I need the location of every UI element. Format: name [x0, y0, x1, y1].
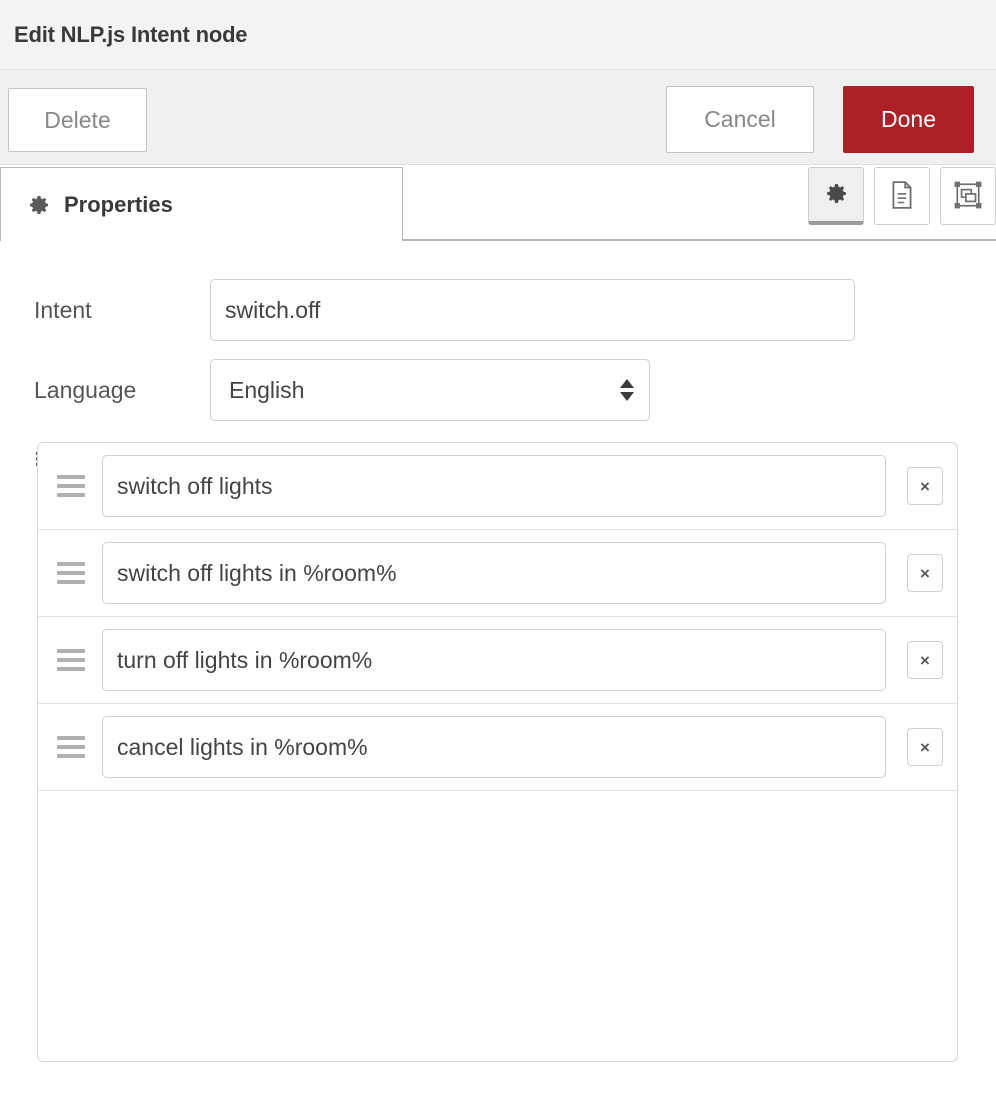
remove-utterance-button[interactable]: ×: [907, 467, 943, 505]
utterance-input[interactable]: [102, 455, 886, 517]
properties-icon-button[interactable]: [808, 167, 864, 225]
gear-icon: [27, 193, 51, 217]
tab-properties-label: Properties: [64, 191, 173, 217]
node-appearance-icon: [953, 180, 983, 213]
language-select-value: English: [229, 376, 305, 403]
view-icon-button-group: [808, 167, 996, 225]
intent-field-row: Intent: [0, 279, 996, 341]
dialog-action-bar: Delete Cancel Done: [0, 70, 996, 165]
utterance-input[interactable]: [102, 542, 886, 604]
tab-bar: Properties: [0, 165, 996, 241]
properties-form: Intent Language English Utterances: [0, 241, 996, 474]
utterance-input[interactable]: [102, 629, 886, 691]
done-button[interactable]: Done: [843, 86, 974, 153]
remove-utterance-button[interactable]: ×: [907, 728, 943, 766]
remove-utterance-button[interactable]: ×: [907, 554, 943, 592]
table-row: ×: [38, 443, 957, 530]
document-icon: [889, 180, 915, 213]
gear-icon: [824, 181, 849, 209]
utterance-input[interactable]: [102, 716, 886, 778]
remove-utterance-button[interactable]: ×: [907, 641, 943, 679]
tab-properties[interactable]: Properties: [0, 167, 403, 241]
drag-handle-icon[interactable]: [50, 475, 90, 497]
intent-label: Intent: [34, 296, 92, 323]
table-row: ×: [38, 530, 957, 617]
drag-handle-icon[interactable]: [50, 736, 90, 758]
table-row: ×: [38, 617, 957, 704]
dialog-title-bar: Edit NLP.js Intent node: [0, 0, 996, 70]
intent-input[interactable]: [210, 279, 855, 341]
description-icon-button[interactable]: [874, 167, 930, 225]
language-select-wrap: English: [210, 359, 650, 421]
delete-button[interactable]: Delete: [8, 88, 147, 152]
table-row: ×: [38, 704, 957, 791]
cancel-button[interactable]: Cancel: [666, 86, 814, 153]
language-label: Language: [34, 376, 137, 403]
utterances-list: × × × ×: [37, 442, 958, 1062]
drag-handle-icon[interactable]: [50, 649, 90, 671]
language-select[interactable]: English: [210, 359, 650, 421]
drag-handle-icon[interactable]: [50, 562, 90, 584]
language-field-row: Language English: [0, 359, 996, 421]
appearance-icon-button[interactable]: [940, 167, 996, 225]
page-title: Edit NLP.js Intent node: [14, 21, 248, 47]
